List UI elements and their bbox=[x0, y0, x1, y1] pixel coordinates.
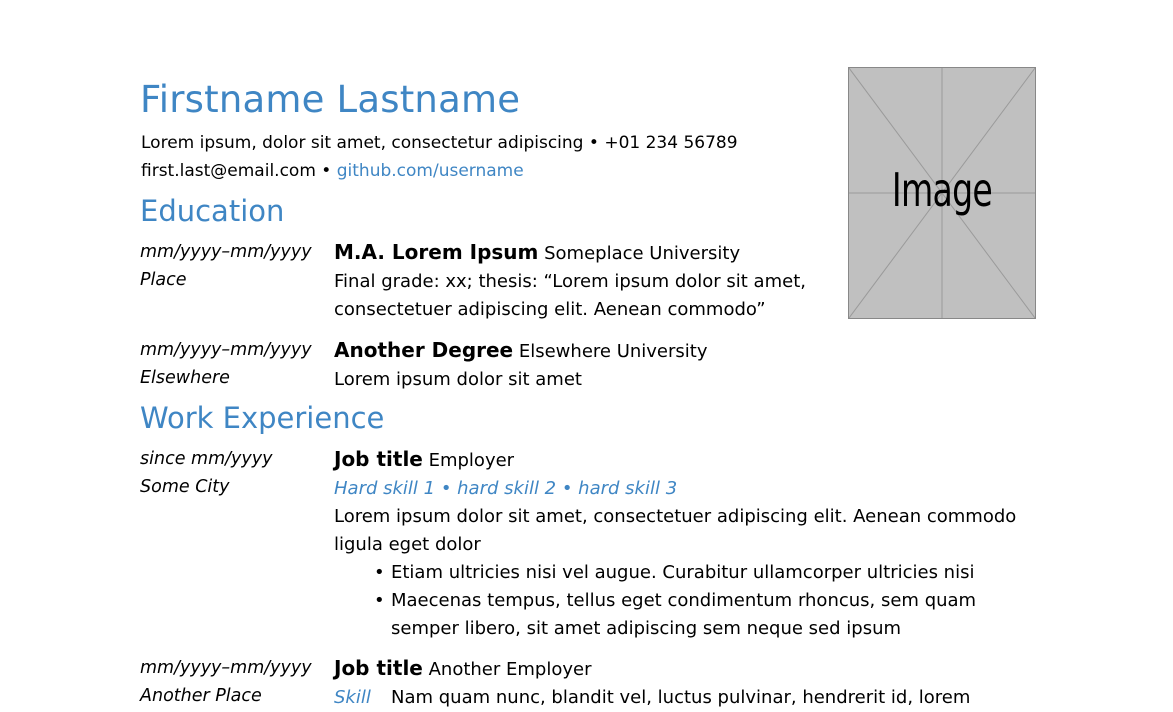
edu-2-dates: mm/yyyy–mm/yyyy bbox=[140, 340, 312, 360]
contact-line-1: Lorem ipsum, dolor sit amet, consectetur… bbox=[141, 133, 738, 153]
separator: • bbox=[321, 161, 332, 181]
work-1-dates: since mm/yyyy bbox=[140, 449, 273, 469]
separator: • bbox=[588, 133, 599, 153]
edu-1-place: Place bbox=[140, 270, 187, 290]
section-title-education: Education bbox=[140, 194, 285, 228]
work-2-skill-tag: Skill bbox=[334, 687, 371, 708]
github-link[interactable]: github.com/username bbox=[337, 161, 524, 181]
bullet-text: Maecenas tempus, tellus eget condimentum… bbox=[391, 590, 977, 611]
edu-1-title-line: M.A. Lorem Ipsum Someplace University bbox=[334, 238, 806, 268]
photo-placeholder: Image bbox=[848, 67, 1036, 319]
work-1-employer: Employer bbox=[428, 450, 515, 471]
bullet-text: semper libero, sit amet adipiscing sem n… bbox=[391, 618, 902, 639]
work-2-meta: mm/yyyy–mm/yyyy Another Place bbox=[140, 654, 312, 710]
phone: +01 234 56789 bbox=[604, 133, 738, 153]
edu-2-institution: Elsewhere University bbox=[518, 341, 708, 362]
bullet-item: • Maecenas tempus, tellus eget condiment… bbox=[334, 587, 1016, 643]
work-2-dates: mm/yyyy–mm/yyyy bbox=[140, 658, 312, 678]
edu-1-degree: M.A. Lorem Ipsum bbox=[334, 240, 539, 264]
work-1-skills: Hard skill 1 • hard skill 2 • hard skill… bbox=[334, 478, 678, 499]
cv-name: Firstname Lastname bbox=[140, 78, 521, 121]
edu-1-detail: consectetuer adipiscing elit. Aenean com… bbox=[334, 299, 766, 320]
bullet-icon: • bbox=[374, 590, 385, 611]
work-1-meta: since mm/yyyy Some City bbox=[140, 445, 272, 501]
work-2-employer: Another Employer bbox=[428, 659, 592, 680]
edu-1-institution: Someplace University bbox=[544, 243, 741, 264]
work-2-job-title: Job title bbox=[334, 656, 423, 680]
work-1-description: ligula eget dolor bbox=[334, 534, 481, 555]
cv-page: Firstname Lastname Lorem ipsum, dolor si… bbox=[0, 0, 1173, 708]
edu-1-detail: Final grade: xx; thesis: “Lorem ipsum do… bbox=[334, 271, 806, 292]
bullet-icon: • bbox=[374, 562, 385, 583]
edu-1-dates: mm/yyyy–mm/yyyy bbox=[140, 242, 312, 262]
work-1-title-line: Job title Employer bbox=[334, 445, 1016, 475]
edu-2-place: Elsewhere bbox=[140, 368, 230, 388]
address: Lorem ipsum, dolor sit amet, consectetur… bbox=[141, 133, 584, 153]
edu-2-body: Another Degree Elsewhere University Lore… bbox=[334, 336, 708, 394]
edu-1-meta: mm/yyyy–mm/yyyy Place bbox=[140, 238, 312, 294]
work-1-body: Job title Employer Hard skill 1 • hard s… bbox=[334, 445, 1016, 643]
edu-2-detail: Lorem ipsum dolor sit amet bbox=[334, 369, 582, 390]
section-title-work: Work Experience bbox=[140, 401, 385, 435]
edu-2-meta: mm/yyyy–mm/yyyy Elsewhere bbox=[140, 336, 312, 392]
work-2-skill-text: Nam quam nunc, blandit vel, luctus pulvi… bbox=[391, 687, 971, 708]
email: first.last@email.com bbox=[141, 161, 316, 181]
work-1-description: Lorem ipsum dolor sit amet, consectetuer… bbox=[334, 506, 1017, 527]
edu-2-title-line: Another Degree Elsewhere University bbox=[334, 336, 708, 366]
work-1-job-title: Job title bbox=[334, 447, 423, 471]
contact-line-2: first.last@email.com • github.com/userna… bbox=[141, 161, 524, 181]
bullet-text: Etiam ultricies nisi vel augue. Curabitu… bbox=[391, 562, 975, 583]
work-2-body: Job title Another Employer Skill Nam quam… bbox=[334, 654, 970, 712]
work-1-bullets: • Etiam ultricies nisi vel augue. Curabi… bbox=[334, 559, 1016, 643]
work-2-title-line: Job title Another Employer bbox=[334, 654, 970, 684]
edu-1-body: M.A. Lorem Ipsum Someplace University Fi… bbox=[334, 238, 806, 324]
edu-2-degree: Another Degree bbox=[334, 338, 514, 362]
photo-label: Image bbox=[891, 163, 993, 217]
work-2-skill-row: Skill Nam quam nunc, blandit vel, luctus … bbox=[334, 684, 970, 712]
work-1-place: Some City bbox=[140, 477, 230, 497]
bullet-item: • Etiam ultricies nisi vel augue. Curabi… bbox=[334, 559, 1016, 587]
